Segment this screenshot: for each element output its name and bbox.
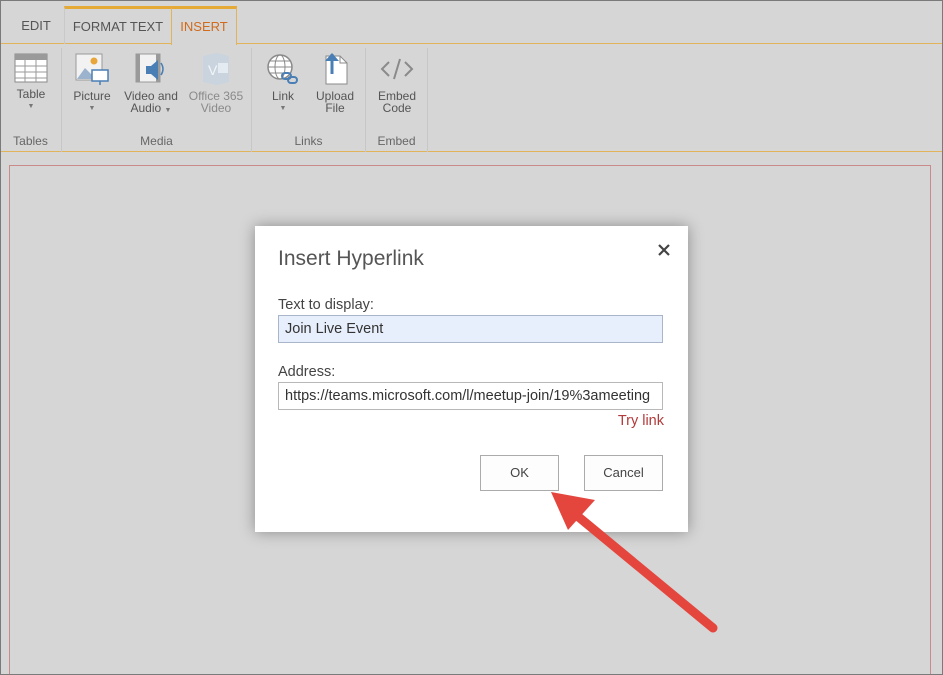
chevron-down-icon: ▼ xyxy=(88,105,96,112)
video-audio-button[interactable]: Video and Audio ▼ xyxy=(120,52,182,117)
code-icon xyxy=(380,58,414,80)
svg-text:V: V xyxy=(208,62,218,78)
text-to-display-input[interactable]: Join Live Event xyxy=(278,315,663,343)
chevron-down-icon: ▼ xyxy=(279,105,287,112)
close-icon[interactable] xyxy=(656,242,672,258)
tab-edit[interactable]: EDIT xyxy=(10,6,62,44)
text-to-display-label: Text to display: xyxy=(278,297,374,313)
chevron-down-icon: ▼ xyxy=(27,103,35,110)
group-label-embed: Embed xyxy=(377,134,416,148)
ok-button[interactable]: OK xyxy=(480,455,559,491)
dialog-title: Insert Hyperlink xyxy=(278,247,424,270)
office365-video-button[interactable]: V Office 365 Video xyxy=(186,52,246,114)
picture-button-label: Picture xyxy=(73,89,111,103)
table-icon xyxy=(14,53,48,83)
tab-insert[interactable]: INSERT xyxy=(171,6,237,45)
cancel-button[interactable]: Cancel xyxy=(584,455,663,491)
group-label-media: Media xyxy=(140,134,173,148)
address-label: Address: xyxy=(278,364,336,380)
table-button[interactable]: Table ▼ xyxy=(10,52,52,113)
address-input[interactable]: https://teams.microsoft.com/l/meetup-joi… xyxy=(278,382,663,410)
globe-link-icon xyxy=(267,54,298,84)
office365-video-icon: V xyxy=(203,53,229,85)
office365-label-2: Video xyxy=(200,101,232,115)
group-label-links: Links xyxy=(294,134,323,148)
ribbon-group-links: Link ▼ Upload File Links xyxy=(252,48,366,152)
embed-code-button[interactable]: Embed Code xyxy=(374,52,420,114)
picture-icon xyxy=(75,53,109,85)
upload-file-icon xyxy=(325,53,348,85)
tab-format-text[interactable]: FORMAT TEXT xyxy=(64,6,171,44)
try-link[interactable]: Try link xyxy=(618,413,664,429)
video-audio-label-2-row: Audio ▼ xyxy=(120,102,182,117)
video-audio-label-2: Audio xyxy=(130,101,162,115)
video-audio-icon xyxy=(135,53,164,83)
embed-label-2: Code xyxy=(382,101,412,115)
upload-label-2: File xyxy=(325,101,345,115)
ribbon-group-embed: Embed Code Embed xyxy=(366,48,428,152)
ribbon: Table ▼ Tables Picture ▼ Video and Audio… xyxy=(0,44,943,152)
group-label-tables: Tables xyxy=(13,134,48,148)
chevron-down-icon: ▼ xyxy=(164,107,172,114)
picture-button[interactable]: Picture ▼ xyxy=(70,52,114,115)
link-button[interactable]: Link ▼ xyxy=(262,52,304,115)
table-button-label: Table xyxy=(16,87,46,101)
insert-hyperlink-dialog: Insert Hyperlink Text to display: Join L… xyxy=(255,226,688,532)
ribbon-group-media: Picture ▼ Video and Audio ▼ V Office 365… xyxy=(62,48,252,152)
upload-file-button[interactable]: Upload File xyxy=(312,52,358,114)
ribbon-group-tables: Table ▼ Tables xyxy=(0,48,62,152)
link-button-label: Link xyxy=(271,89,294,103)
ribbon-tab-bar: EDIT FORMAT TEXT INSERT xyxy=(0,0,943,45)
